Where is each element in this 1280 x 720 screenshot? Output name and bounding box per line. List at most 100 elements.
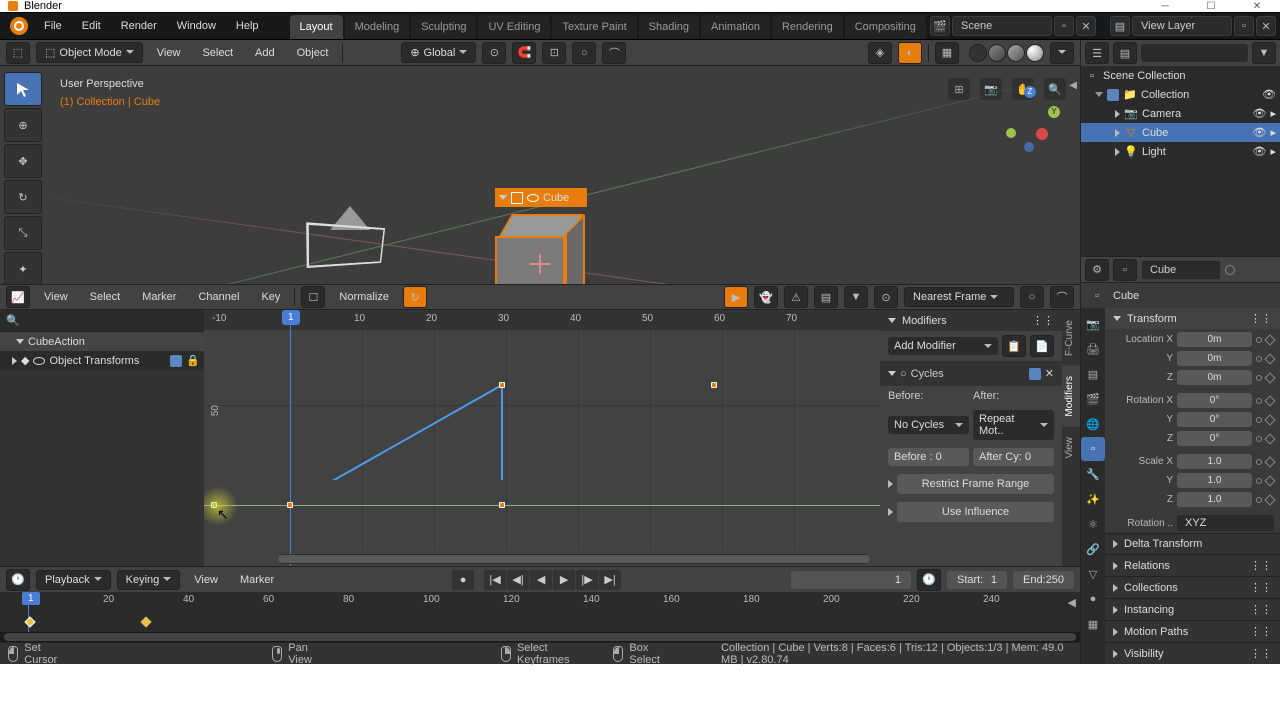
- tl-keyframe[interactable]: [24, 616, 35, 627]
- workspace-texture[interactable]: Texture Paint: [552, 15, 636, 39]
- np-tab-modifiers[interactable]: Modifiers: [1062, 366, 1080, 427]
- field-rot-y[interactable]: 0°: [1177, 412, 1252, 427]
- before-mode-dropdown[interactable]: No Cycles: [888, 416, 969, 434]
- graph-playhead-marker[interactable]: 1: [282, 310, 300, 325]
- rotate-tool[interactable]: ↻: [4, 180, 42, 214]
- modifier-enable-checkbox[interactable]: [1029, 368, 1041, 380]
- proportional-icon[interactable]: ○: [572, 42, 596, 64]
- key-scale-y[interactable]: [1256, 478, 1262, 484]
- workspace-rendering[interactable]: Rendering: [772, 15, 843, 39]
- prop-tab-world[interactable]: 🌐: [1081, 412, 1105, 436]
- anim-scale-y[interactable]: [1264, 475, 1275, 486]
- ge-proportional-icon[interactable]: ○: [1020, 286, 1044, 308]
- preview-range-icon[interactable]: 🕐: [917, 569, 941, 591]
- minimize-button[interactable]: ─: [1142, 0, 1188, 12]
- anim-rot-z[interactable]: [1264, 433, 1275, 444]
- key-loc-x[interactable]: [1256, 337, 1262, 343]
- maximize-button[interactable]: ☐: [1188, 0, 1234, 12]
- tl-keyframe[interactable]: [140, 616, 151, 627]
- workspace-uv[interactable]: UV Editing: [478, 15, 550, 39]
- anim-rot-x[interactable]: [1264, 395, 1275, 406]
- key-scale-x[interactable]: [1256, 459, 1262, 465]
- solid-shading-icon[interactable]: [988, 44, 1006, 62]
- viewport-collapse-icon[interactable]: ◀: [1069, 80, 1077, 91]
- field-loc-y[interactable]: 0m: [1177, 351, 1252, 366]
- field-scale-z[interactable]: 1.0: [1177, 492, 1252, 507]
- channel-search-input[interactable]: 🔍: [0, 310, 204, 332]
- field-rot-x[interactable]: 0°: [1177, 393, 1252, 408]
- camera-visibility-icon[interactable]: 👁: [1253, 107, 1267, 120]
- ge-menu-view[interactable]: View: [36, 288, 76, 306]
- add-modifier-dropdown[interactable]: Add Modifier: [888, 337, 998, 355]
- close-button[interactable]: ✕: [1234, 0, 1280, 12]
- keyframe-point-active[interactable]: [211, 502, 217, 508]
- use-influence-button[interactable]: Use Influence: [897, 502, 1054, 522]
- gizmo-neg-y[interactable]: [1006, 128, 1016, 138]
- transform-panel-header[interactable]: Transform⋮⋮: [1105, 308, 1280, 329]
- prop-tab-material[interactable]: ●: [1081, 587, 1105, 611]
- workspace-layout[interactable]: Layout: [290, 15, 343, 39]
- restrict-frame-range-button[interactable]: Restrict Frame Range: [897, 474, 1054, 494]
- snap-toggle-icon[interactable]: 🧲: [512, 42, 536, 64]
- channel-transform[interactable]: ◆ Object Transforms 🔒: [0, 351, 204, 370]
- tl-keying-menu[interactable]: Keying: [117, 570, 181, 590]
- workspace-shading[interactable]: Shading: [639, 15, 699, 39]
- normalize-toggle-icon[interactable]: ☐: [301, 286, 325, 308]
- fcurve[interactable]: [204, 330, 504, 480]
- outliner-scene-collection[interactable]: ▫Scene Collection: [1081, 66, 1280, 85]
- field-rot-z[interactable]: 0°: [1177, 431, 1252, 446]
- modifier-cycles-header[interactable]: ○Cycles ✕: [880, 361, 1062, 386]
- gizmo-x-axis[interactable]: [1036, 128, 1048, 140]
- workspace-animation[interactable]: Animation: [701, 15, 770, 39]
- workspace-modeling[interactable]: Modeling: [345, 15, 410, 39]
- delta-transform-header[interactable]: Delta Transform: [1105, 533, 1280, 554]
- key-rot-y[interactable]: [1256, 417, 1262, 423]
- snap-target-icon[interactable]: ⊡: [542, 42, 566, 64]
- jump-end-button[interactable]: ▶|: [599, 570, 621, 590]
- props-obj-icon[interactable]: ▫: [1113, 259, 1137, 281]
- graph-hscrollbar[interactable]: [278, 554, 870, 564]
- timeline-canvas[interactable]: 20 40 60 80 100 120 140 160 180 200 220 …: [0, 592, 1080, 632]
- field-scale-y[interactable]: 1.0: [1177, 473, 1252, 488]
- overlay-toggle-icon[interactable]: ◐: [898, 42, 922, 64]
- keyframe-point[interactable]: [499, 502, 505, 508]
- play-button[interactable]: ▶: [553, 570, 575, 590]
- props-type-icon[interactable]: ⚙: [1085, 259, 1109, 281]
- vp-menu-select[interactable]: Select: [194, 44, 241, 62]
- pivot-icon[interactable]: ⊙: [482, 42, 506, 64]
- light-visibility-icon[interactable]: 👁: [1253, 145, 1267, 158]
- camera-select-icon[interactable]: ▸: [1270, 107, 1276, 120]
- keyframe-point[interactable]: [711, 382, 717, 388]
- visibility-header[interactable]: Visibility⋮⋮: [1105, 642, 1280, 664]
- field-rot-mode[interactable]: XYZ: [1177, 515, 1274, 531]
- props-name-field[interactable]: Cube: [1141, 260, 1221, 280]
- scene-browse-icon[interactable]: ▫: [1054, 16, 1074, 36]
- np-modifiers-header[interactable]: Modifiers⋮⋮: [880, 310, 1062, 331]
- channel-lock-icon[interactable]: 🔒: [186, 354, 200, 367]
- auto-normalize-icon[interactable]: ↻: [403, 286, 427, 308]
- viewlayer-del-icon[interactable]: ✕: [1256, 16, 1276, 36]
- outliner-filter-icon[interactable]: ▼: [1252, 42, 1276, 64]
- tl-playback-menu[interactable]: Playback: [36, 570, 111, 590]
- outliner-type-icon[interactable]: ☰: [1085, 42, 1109, 64]
- editor-type-icon[interactable]: ⬚: [6, 42, 30, 64]
- copy-modifiers-icon[interactable]: 📋: [1002, 335, 1026, 357]
- modifier-delete-icon[interactable]: ✕: [1045, 367, 1054, 380]
- field-loc-x[interactable]: 0m: [1177, 332, 1252, 347]
- instancing-header[interactable]: Instancing⋮⋮: [1105, 598, 1280, 620]
- ge-menu-marker[interactable]: Marker: [134, 288, 184, 306]
- camera-object[interactable]: [310, 206, 390, 266]
- mode-dropdown[interactable]: ⬚Object Mode: [36, 42, 143, 63]
- collection-visibility-icon[interactable]: 👁: [1262, 88, 1276, 101]
- key-loc-y[interactable]: [1256, 356, 1262, 362]
- key-loc-z[interactable]: [1256, 375, 1262, 381]
- ge-cursor-icon[interactable]: ▶: [724, 286, 748, 308]
- ge-ghost-icon[interactable]: 👻: [754, 286, 778, 308]
- select-tool[interactable]: [4, 72, 42, 106]
- blender-logo-icon[interactable]: [10, 17, 28, 35]
- camera-to-view-icon[interactable]: 📷: [980, 78, 1002, 100]
- gizmo-visibility-icon[interactable]: ◈: [868, 42, 892, 64]
- ge-filter-icon[interactable]: ▼: [844, 286, 868, 308]
- transform-tool[interactable]: ✦: [4, 252, 42, 284]
- graph-ruler[interactable]: -10 10 20 30 40 50 60 70: [204, 310, 880, 330]
